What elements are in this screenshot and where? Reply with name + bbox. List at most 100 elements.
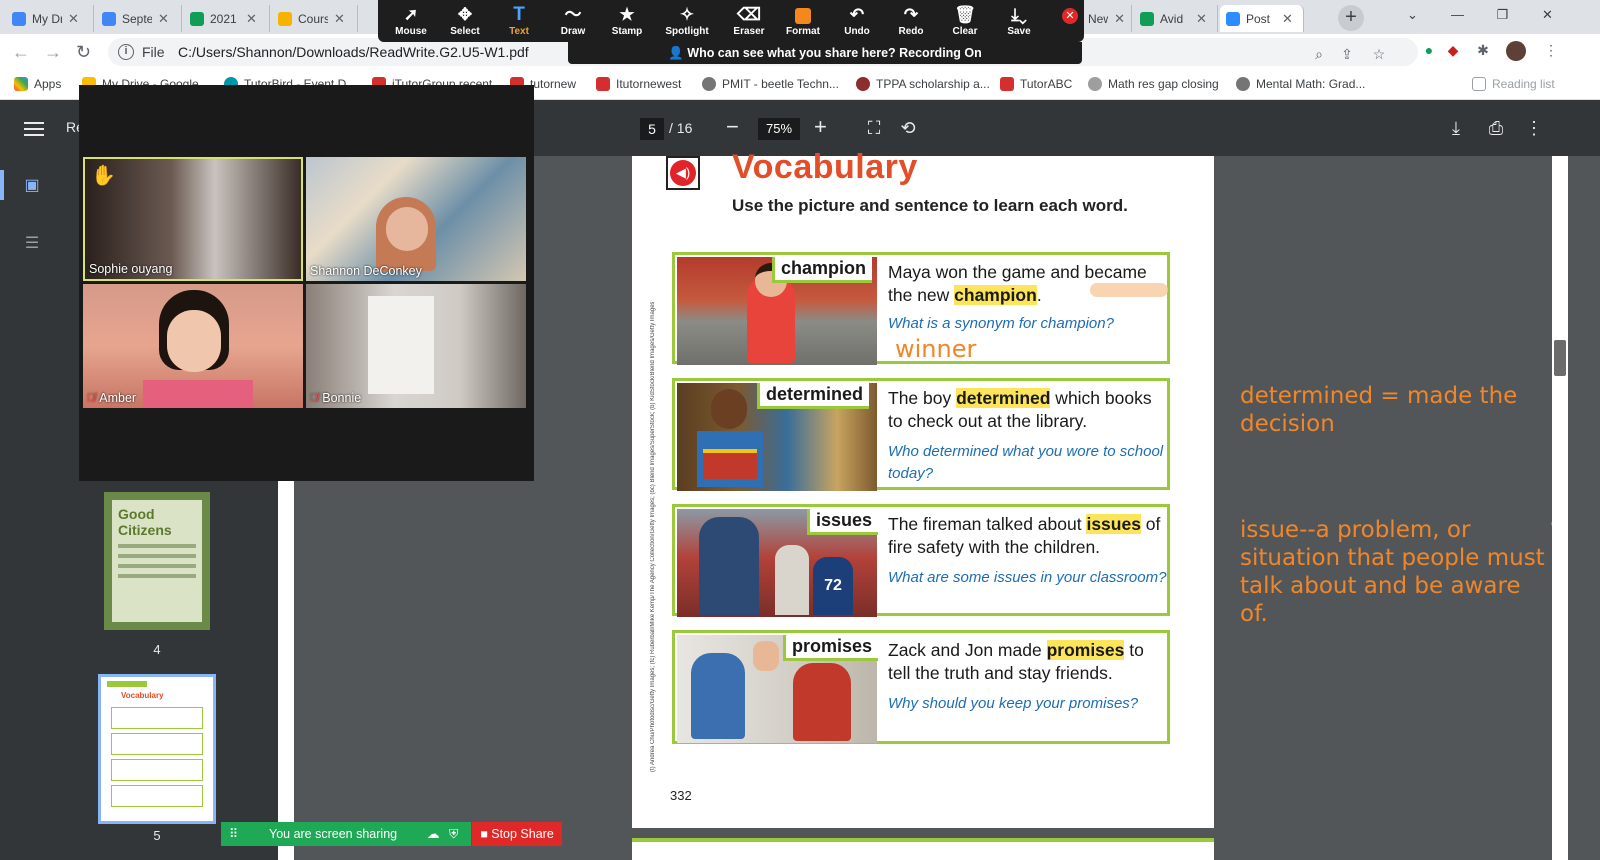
thumbnails-icon[interactable]: ▣ — [22, 176, 42, 196]
bookmark-item[interactable]: Math res gap closing — [1088, 77, 1219, 91]
tool-redo[interactable]: ↷ Redo — [884, 4, 938, 37]
restore-icon[interactable]: ❐ — [1480, 0, 1525, 30]
eraser-icon: ⌫ — [736, 5, 762, 24]
audio-button[interactable]: ◀) — [666, 156, 700, 190]
download-icon[interactable]: ⤓ — [1444, 116, 1468, 140]
close-tab-icon[interactable]: ✕ — [1282, 11, 1293, 27]
zoom-video-icon — [1226, 11, 1240, 26]
bookmark-item[interactable]: Mental Math: Grad... — [1236, 77, 1365, 91]
share-icon[interactable]: ⇪ — [1338, 45, 1356, 63]
extensions-puzzle-icon[interactable]: ✱ — [1474, 41, 1492, 59]
tool-draw[interactable]: 〜 Draw — [546, 4, 600, 37]
undo-icon: ↶ — [849, 5, 865, 24]
stop-share-button[interactable]: ■ Stop Share — [472, 822, 562, 846]
annotation-winner: winner — [895, 335, 977, 363]
rotate-icon[interactable]: ⟲ — [896, 116, 920, 140]
browser-tab[interactable]: Course✕ — [272, 5, 358, 32]
itutor-icon — [596, 77, 610, 91]
close-window-icon[interactable]: ✕ — [1525, 0, 1570, 30]
annotation-determined: determined = made the decision — [1240, 383, 1518, 437]
zoom-lens-icon[interactable]: ⌕ — [1310, 45, 1328, 63]
profile-avatar[interactable] — [1506, 41, 1526, 61]
tool-save[interactable]: ⤓⌄ Save — [992, 4, 1046, 37]
close-toolbar-icon[interactable]: ✕ — [1062, 8, 1078, 24]
browser-tab[interactable]: 2021 ✕ — [184, 5, 270, 32]
browser-tab[interactable]: Avid ✕ — [1134, 5, 1218, 32]
bookmark-item[interactable]: TutorABC — [1000, 77, 1072, 91]
vocab-word: champion — [772, 257, 873, 283]
tool-select[interactable]: ✥ Select — [438, 4, 492, 37]
tool-stamp[interactable]: ★ Stamp — [600, 4, 654, 37]
vocab-word: determined — [757, 383, 870, 409]
zoom-out-icon[interactable]: − — [726, 114, 739, 140]
close-tab-icon[interactable]: ✕ — [1196, 11, 1207, 27]
cursor-icon: ➚ — [403, 5, 419, 24]
zoom-level-input[interactable]: 75% — [758, 118, 800, 140]
bookmark-item[interactable]: TPPA scholarship a... — [856, 77, 990, 91]
annotation-issue: issue--a problem, or situation that peop… — [1240, 517, 1545, 627]
close-tab-icon[interactable]: ✕ — [158, 11, 169, 27]
tool-format[interactable]: Format — [776, 4, 830, 37]
tool-text-active[interactable]: T Text — [492, 4, 546, 37]
globe-icon — [702, 77, 716, 91]
fit-page-icon[interactable]: ⛶ — [862, 116, 886, 140]
color-swatch-icon — [795, 7, 811, 24]
video-tile-bonnie[interactable]: 🎙̸ Bonnie — [306, 284, 526, 408]
tool-undo[interactable]: ↶ Undo — [830, 4, 884, 37]
reload-icon[interactable]: ↻ — [76, 42, 91, 63]
page-subtitle: Use the picture and sentence to learn ea… — [732, 196, 1128, 215]
new-tab-button[interactable]: + — [1338, 5, 1364, 31]
back-icon[interactable]: ← — [12, 42, 30, 63]
extension-icon[interactable]: ● — [1420, 41, 1438, 59]
browser-tab[interactable]: September✕ — [96, 5, 182, 32]
drag-handle-icon[interactable]: ⠿ — [229, 822, 238, 846]
zoom-in-icon[interactable]: + — [814, 114, 827, 140]
bookmark-item[interactable]: Itutornewest — [596, 77, 681, 91]
browser-tab[interactable]: My Drive✕ — [6, 5, 94, 32]
browser-tab[interactable]: New ✕ — [1082, 5, 1132, 32]
video-tile-shannon[interactable]: Shannon DeConkey — [306, 157, 526, 281]
tool-spotlight[interactable]: ✧ Spotlight — [660, 4, 714, 37]
thumbnail-label: 5 — [153, 828, 161, 843]
tab-search-icon[interactable]: ⌄ — [1390, 0, 1435, 30]
vocab-card-determined: determined The boy determined which book… — [672, 378, 1170, 491]
forward-icon[interactable]: → — [44, 42, 62, 63]
print-icon[interactable]: ⎙ — [1484, 116, 1508, 140]
bookmark-star-icon[interactable]: ☆ — [1370, 45, 1388, 63]
page-thumbnail-5-selected[interactable]: Vocabulary — [98, 674, 216, 824]
browser-tab-active[interactable]: Post ✕ — [1220, 5, 1304, 32]
reading-list[interactable]: Reading list — [1472, 77, 1555, 91]
close-tab-icon[interactable]: ✕ — [246, 11, 257, 27]
close-tab-icon[interactable]: ✕ — [334, 11, 345, 27]
screen-sharing-bar[interactable]: ⠿ You are screen sharing ☁ ⛨ — [221, 822, 471, 846]
zoom-annotate-toolbar: ➚ Mouse ✥ Select T Text 〜 Draw ★ Stamp ✧ Spotl… — [378, 0, 1084, 42]
page-total: / 16 — [669, 120, 693, 136]
tool-eraser[interactable]: ⌫ Eraser — [722, 4, 776, 37]
more-options-icon[interactable]: ⋮ — [1522, 116, 1546, 140]
main-scrollbar[interactable] — [1552, 156, 1568, 860]
tool-clear[interactable]: 🗑 Clear — [938, 4, 992, 37]
thumbnail-label: 4 — [153, 642, 161, 657]
video-tile-amber[interactable]: 🎙̸ Amber — [83, 284, 303, 408]
scrollbar-thumb[interactable] — [1554, 340, 1566, 376]
recording-notice[interactable]: 👤 Who can see what you share here? Recor… — [568, 42, 1082, 64]
vocab-word: issues — [807, 509, 879, 535]
close-tab-icon[interactable]: ✕ — [68, 11, 79, 27]
minimize-icon[interactable]: — — [1435, 0, 1480, 30]
video-tile-sophie[interactable]: ✋ Sophie ouyang — [83, 157, 303, 281]
ublock-icon[interactable]: ◆ — [1444, 41, 1462, 59]
outline-icon[interactable]: ☰ — [22, 234, 42, 254]
info-icon[interactable]: i — [118, 44, 134, 60]
page-number-input[interactable]: 5 — [640, 118, 664, 140]
bookmark-item[interactable]: Apps — [14, 77, 61, 91]
tool-mouse[interactable]: ➚ Mouse — [384, 4, 438, 37]
muted-mic-icon: 🎙̸ — [310, 392, 319, 404]
page-thumbnail-4[interactable]: Good Citizens — [104, 492, 210, 630]
vocab-sentence: The boy determined which books to check … — [888, 388, 1152, 431]
redo-icon: ↷ — [903, 5, 919, 24]
browser-menu-icon[interactable]: ⋮ — [1542, 41, 1560, 59]
menu-icon[interactable] — [24, 118, 44, 138]
bookmark-item[interactable]: PMIT - beetle Techn... — [702, 77, 839, 91]
close-tab-icon[interactable]: ✕ — [1114, 11, 1125, 27]
reading-list-icon — [1472, 77, 1486, 91]
